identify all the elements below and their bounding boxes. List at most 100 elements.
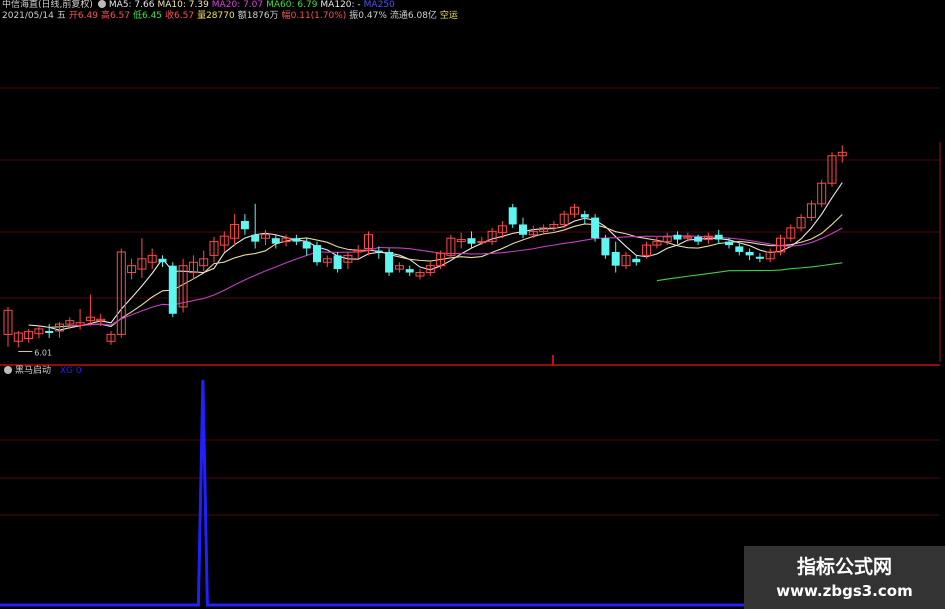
- candle[interactable]: [519, 217, 527, 239]
- gear-icon[interactable]: [97, 0, 106, 8]
- candle[interactable]: [611, 241, 620, 273]
- candle-body: [694, 236, 703, 242]
- candle-body: [714, 234, 723, 240]
- candle-body: [508, 207, 517, 225]
- candle-body: [673, 234, 682, 240]
- candle-body: [745, 251, 754, 256]
- candle[interactable]: [508, 203, 517, 228]
- candle[interactable]: [405, 265, 414, 276]
- indicator-param: XG 0: [59, 366, 82, 376]
- candle[interactable]: [415, 269, 425, 280]
- candle[interactable]: [570, 203, 579, 218]
- watermark: 指标公式网 www.zbgs3.com: [744, 546, 945, 609]
- ma-legend-bar: 中信海直(日线,前复权) MA5: 7.66 MA10: 7.39 MA20: 7.0…: [2, 0, 401, 11]
- candle[interactable]: [817, 179, 827, 208]
- candle[interactable]: [385, 248, 394, 276]
- candle-body: [271, 238, 280, 244]
- candle[interactable]: [188, 255, 198, 280]
- candle[interactable]: [549, 221, 559, 232]
- moving-average-lines: [28, 182, 843, 331]
- quote-bar: 2021/05/14 五开6.49 高6.57 低6.45 收6.57 量28770 额18…: [2, 11, 461, 22]
- candle[interactable]: [24, 328, 34, 343]
- candle[interactable]: [806, 200, 816, 222]
- candle[interactable]: [487, 227, 497, 246]
- candle[interactable]: [137, 238, 147, 279]
- candle[interactable]: [13, 330, 23, 348]
- candle[interactable]: [199, 250, 209, 272]
- candle[interactable]: [456, 232, 466, 249]
- candle[interactable]: [735, 243, 744, 256]
- candle[interactable]: [621, 251, 631, 270]
- candle-body: [467, 238, 476, 244]
- quote-item-6: 量28770: [197, 11, 235, 21]
- candle[interactable]: [353, 245, 363, 259]
- candle[interactable]: [147, 248, 157, 270]
- candle-body: [240, 221, 249, 230]
- candle-body: [168, 265, 177, 314]
- candle[interactable]: [3, 306, 13, 347]
- candle-body: [632, 258, 641, 263]
- candle[interactable]: [394, 262, 404, 273]
- candle[interactable]: [85, 294, 95, 326]
- quote-item-2: 开6.49: [68, 11, 98, 21]
- candle[interactable]: [786, 224, 796, 242]
- candle-body: [374, 250, 383, 252]
- candle[interactable]: [580, 210, 589, 225]
- gear-icon[interactable]: [4, 366, 12, 374]
- candle[interactable]: [591, 214, 600, 242]
- candle-body: [580, 214, 589, 218]
- candle[interactable]: [652, 236, 662, 249]
- quote-item-10: 流通6.08亿: [389, 11, 437, 21]
- quote-item-3: 高6.57: [100, 11, 130, 21]
- candle[interactable]: [168, 262, 177, 318]
- candle[interactable]: [632, 255, 641, 266]
- watermark-title: 指标公式网: [796, 556, 892, 578]
- candle[interactable]: [251, 203, 260, 249]
- candle[interactable]: [673, 231, 682, 244]
- candle-body: [611, 251, 620, 266]
- price-panel[interactable]: 6.01: [0, 0, 945, 609]
- indicator-name[interactable]: 黑马启动: [15, 366, 51, 376]
- candle-body: [735, 246, 744, 252]
- candle[interactable]: [446, 234, 456, 259]
- candle[interactable]: [765, 248, 775, 263]
- candle[interactable]: [601, 234, 610, 259]
- candle[interactable]: [477, 236, 487, 246]
- candle[interactable]: [343, 251, 353, 270]
- candle[interactable]: [116, 248, 126, 338]
- stock-name[interactable]: 中信海直(日线,前复权): [2, 0, 93, 10]
- stock-chart-window: 6.01 中信海直(日线,前复权) MA5: 7.66 MA10: 7.39 MA20…: [0, 0, 945, 609]
- candle[interactable]: [322, 255, 332, 268]
- candle-body: [519, 224, 527, 235]
- quote-item-9: 振0.47%: [349, 11, 387, 21]
- candle[interactable]: [230, 214, 240, 246]
- candle[interactable]: [796, 214, 806, 232]
- candle[interactable]: [127, 258, 137, 280]
- ma-value-3: MA60: 6.79: [266, 0, 318, 10]
- candle[interactable]: [158, 255, 167, 268]
- candle[interactable]: [271, 234, 280, 249]
- candle-body: [313, 245, 321, 263]
- watermark-url: www.zbgs3.com: [776, 582, 913, 600]
- candle[interactable]: [467, 231, 476, 249]
- ma-values: MA5: 7.66 MA10: 7.39 MA20: 7.07 MA60: 6.79 M…: [109, 0, 398, 10]
- candle[interactable]: [333, 251, 342, 273]
- quote-item-0: 2021/05/14: [2, 11, 54, 21]
- candle-body: [333, 255, 342, 270]
- candle-body: [405, 269, 414, 273]
- candle[interactable]: [745, 248, 754, 261]
- candle[interactable]: [45, 324, 54, 338]
- indicator-title: 黑马启动 XG 0: [2, 366, 82, 377]
- quote-item-11: 空运: [439, 11, 458, 21]
- candle[interactable]: [313, 241, 321, 266]
- candle[interactable]: [827, 152, 837, 187]
- low-price-label: 6.01: [34, 348, 52, 357]
- candle[interactable]: [364, 231, 373, 256]
- candle[interactable]: [209, 236, 219, 263]
- candle[interactable]: [106, 330, 116, 345]
- candle[interactable]: [755, 253, 764, 263]
- candle-body: [292, 238, 301, 242]
- candle[interactable]: [292, 234, 301, 246]
- candle-body: [755, 256, 764, 259]
- candle[interactable]: [219, 231, 229, 252]
